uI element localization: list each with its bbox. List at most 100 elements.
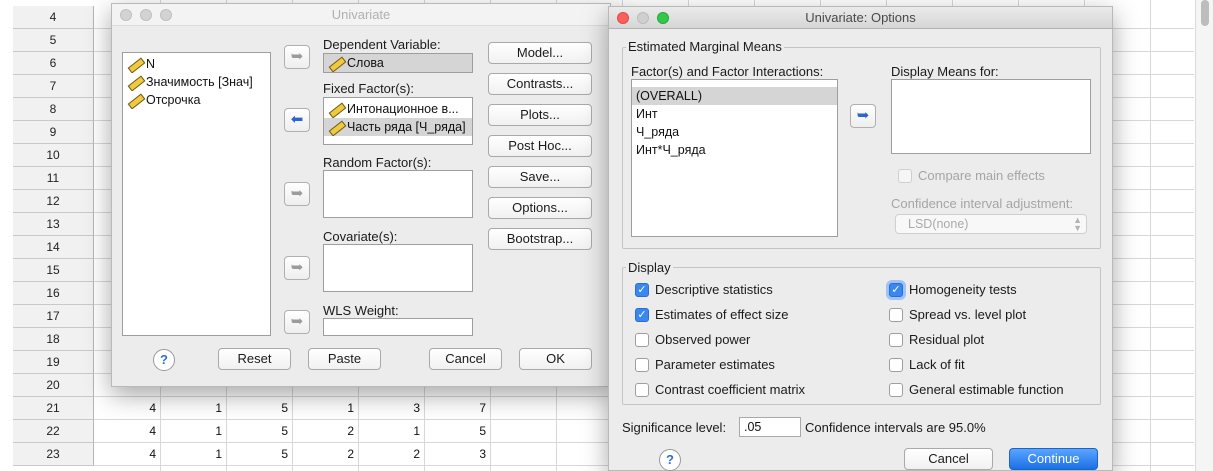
option-checkbox[interactable]: ✓ — [635, 283, 649, 297]
list-item[interactable]: Ч_ряда — [632, 123, 837, 141]
cancel-button[interactable]: Cancel — [904, 448, 993, 470]
display-means-list[interactable] — [891, 79, 1091, 154]
grid-cell[interactable]: 3 — [424, 443, 490, 466]
move-to-fixed-button[interactable]: ⬅ — [284, 108, 310, 132]
row-header[interactable]: 4 — [13, 6, 94, 29]
list-item[interactable]: Инт*Ч_ряда — [632, 141, 837, 159]
grid-cell[interactable]: 4 — [94, 397, 160, 420]
arrow-right-icon: ➥ — [290, 259, 304, 276]
grid-cell[interactable]: 3 — [358, 397, 424, 420]
grid-cell[interactable]: 5 — [424, 420, 490, 443]
option-checkbox[interactable]: ✓ — [889, 283, 903, 297]
grid-cell[interactable]: 2 — [358, 443, 424, 466]
row-header[interactable]: 10 — [13, 144, 94, 167]
close-window-button[interactable] — [120, 9, 132, 21]
dependent-variable-field[interactable]: Слова — [323, 53, 473, 73]
row-header[interactable]: 15 — [13, 259, 94, 282]
grid-cell[interactable]: 5 — [226, 420, 292, 443]
move-to-random-button[interactable]: ➥ — [284, 182, 310, 206]
option-checkbox[interactable] — [635, 333, 649, 347]
reset-button[interactable]: Reset — [218, 348, 291, 370]
row-header[interactable]: 5 — [13, 29, 94, 52]
row-header[interactable]: 17 — [13, 305, 94, 328]
wls-weight-field[interactable] — [323, 318, 473, 336]
option-checkbox[interactable] — [889, 383, 903, 397]
row-header[interactable]: 22 — [13, 420, 94, 443]
ci-adjust-select[interactable]: LSD(none) ▲ ▼ — [895, 214, 1087, 234]
minimize-window-button[interactable] — [140, 9, 152, 21]
option-checkbox[interactable] — [635, 383, 649, 397]
zoom-window-button[interactable] — [657, 12, 669, 24]
grid-cell[interactable]: 1 — [358, 420, 424, 443]
option-checkbox[interactable] — [889, 333, 903, 347]
list-item[interactable]: Интонационное в... — [324, 100, 472, 118]
grid-cell[interactable]: 5 — [226, 397, 292, 420]
option-checkbox[interactable] — [889, 308, 903, 322]
list-item[interactable]: (OVERALL) — [632, 87, 837, 105]
move-to-display-means-button[interactable]: ➥ — [850, 104, 876, 128]
scrollbar-thumb[interactable] — [1201, 0, 1209, 26]
options-button[interactable]: Options... — [488, 197, 592, 219]
vertical-scrollbar[interactable] — [1195, 0, 1213, 471]
row-header[interactable]: 23 — [13, 443, 94, 466]
grid-cell[interactable]: 2 — [292, 420, 358, 443]
move-to-dependent-button[interactable]: ➥ — [284, 45, 310, 69]
ok-button[interactable]: OK — [519, 348, 592, 370]
significance-input[interactable]: .05 — [739, 417, 801, 437]
row-header[interactable]: 20 — [13, 374, 94, 397]
paste-button[interactable]: Paste — [308, 348, 381, 370]
grid-cell[interactable]: 2 — [292, 443, 358, 466]
grid-cell[interactable]: 7 — [424, 397, 490, 420]
row-header[interactable]: 11 — [13, 167, 94, 190]
row-header[interactable]: 12 — [13, 190, 94, 213]
move-to-wls-button[interactable]: ➥ — [284, 310, 310, 334]
help-button[interactable]: ? — [153, 349, 175, 371]
grid-cell[interactable]: 5 — [226, 443, 292, 466]
row-header[interactable]: 18 — [13, 328, 94, 351]
close-window-button[interactable] — [617, 12, 629, 24]
cancel-button[interactable]: Cancel — [429, 348, 502, 370]
list-item[interactable]: Значимость [Знач] — [123, 73, 270, 91]
compare-main-effects-checkbox[interactable] — [898, 169, 912, 183]
list-item[interactable]: Слова — [324, 54, 472, 72]
post-hoc-button[interactable]: Post Hoc... — [488, 135, 592, 157]
row-header[interactable]: 6 — [13, 52, 94, 75]
factors-list[interactable]: (OVERALL) Инт Ч_ряда Инт*Ч_ряда — [631, 79, 838, 237]
grid-cell[interactable]: 1 — [160, 397, 226, 420]
bootstrap-button[interactable]: Bootstrap... — [488, 228, 592, 250]
source-variable-list[interactable]: N Значимость [Знач] Отсрочка — [122, 52, 271, 336]
zoom-window-button[interactable] — [160, 9, 172, 21]
row-header[interactable]: 19 — [13, 351, 94, 374]
covariates-list[interactable] — [323, 244, 473, 292]
grid-cell[interactable]: 4 — [94, 443, 160, 466]
row-header[interactable]: 13 — [13, 213, 94, 236]
plots-button[interactable]: Plots... — [488, 104, 592, 126]
grid-cell[interactable]: 1 — [160, 443, 226, 466]
random-factors-list[interactable] — [323, 170, 473, 218]
fixed-factors-list[interactable]: Интонационное в... Часть ряда [Ч_ряда] — [323, 97, 473, 145]
row-header[interactable]: 14 — [13, 236, 94, 259]
option-checkbox[interactable] — [889, 358, 903, 372]
list-item[interactable]: Часть ряда [Ч_ряда] — [324, 118, 472, 136]
contrasts-button[interactable]: Contrasts... — [488, 73, 592, 95]
minimize-window-button[interactable] — [637, 12, 649, 24]
list-item[interactable]: Отсрочка — [123, 91, 270, 109]
row-header[interactable]: 9 — [13, 121, 94, 144]
move-to-covariate-button[interactable]: ➥ — [284, 256, 310, 280]
option-checkbox[interactable]: ✓ — [635, 308, 649, 322]
grid-cell[interactable]: 4 — [94, 420, 160, 443]
chevron-updown-icon: ▲ ▼ — [1073, 215, 1082, 233]
model-button[interactable]: Model... — [488, 42, 592, 64]
option-checkbox[interactable] — [635, 358, 649, 372]
continue-button[interactable]: Continue — [1009, 448, 1098, 470]
list-item[interactable]: Инт — [632, 105, 837, 123]
grid-cell[interactable]: 1 — [160, 420, 226, 443]
row-header[interactable]: 21 — [13, 397, 94, 420]
grid-cell[interactable]: 1 — [292, 397, 358, 420]
save-button[interactable]: Save... — [488, 166, 592, 188]
list-item[interactable]: N — [123, 55, 270, 73]
row-header[interactable]: 16 — [13, 282, 94, 305]
row-header[interactable]: 7 — [13, 75, 94, 98]
row-header[interactable]: 8 — [13, 98, 94, 121]
help-button[interactable]: ? — [659, 449, 681, 471]
